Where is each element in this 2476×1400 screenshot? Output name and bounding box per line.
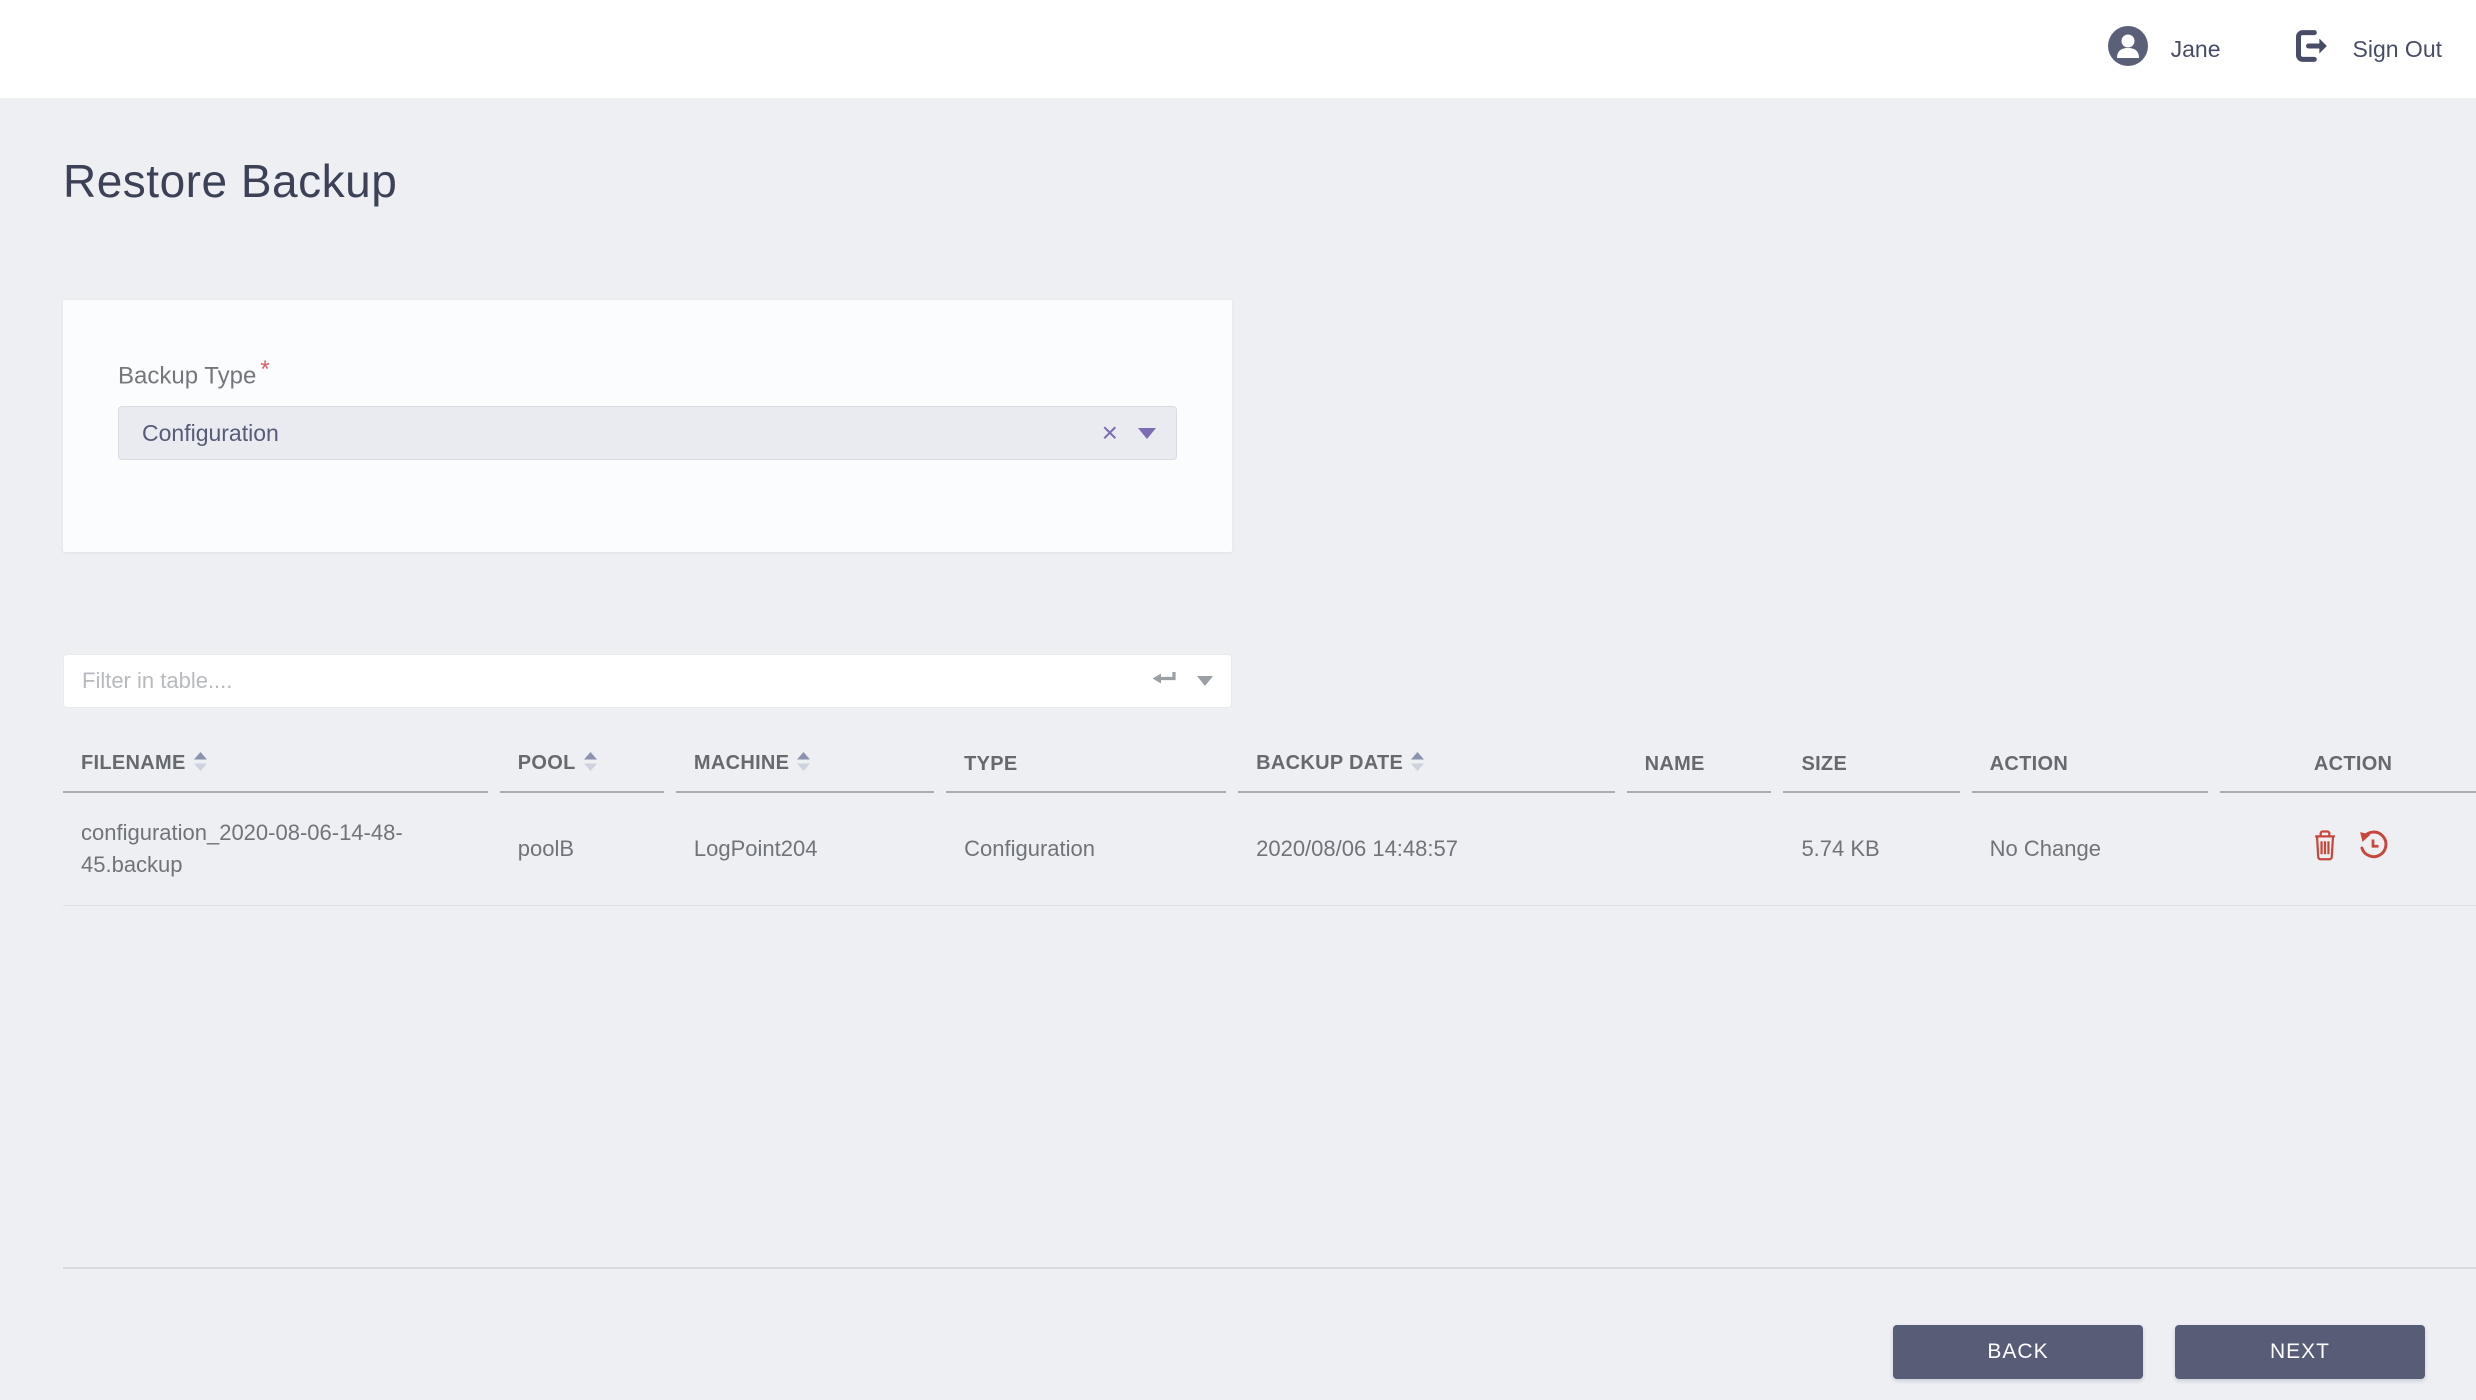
user-name-label: Jane xyxy=(2170,35,2221,62)
user-avatar-icon xyxy=(2107,25,2149,73)
column-header-type: TYPE xyxy=(946,734,1238,794)
cell-size: 5.74 KB xyxy=(1783,793,1972,907)
table-filter-bar xyxy=(63,654,1232,709)
column-header-pool[interactable]: POOL xyxy=(499,734,676,794)
required-marker: * xyxy=(260,356,270,383)
footer-divider xyxy=(63,1267,2476,1270)
next-button[interactable]: NEXT xyxy=(2175,1325,2425,1380)
backup-type-select[interactable]: Configuration × xyxy=(118,406,1177,461)
backup-type-label: Backup Type xyxy=(118,362,257,390)
column-header-name: NAME xyxy=(1626,734,1784,794)
table-header-row: FILENAME POOL MACHINE TYPE BACKUP DATE N… xyxy=(63,734,2476,794)
backups-table: FILENAME POOL MACHINE TYPE BACKUP DATE N… xyxy=(63,734,2476,907)
column-header-filename[interactable]: FILENAME xyxy=(63,734,500,794)
table-row[interactable]: configuration_2020-08-06-14-48-45.backup… xyxy=(63,793,2476,907)
main-content: Restore Backup Backup Type * Configuratio… xyxy=(0,154,2476,1380)
cell-machine: LogPoint204 xyxy=(675,793,947,907)
filter-input[interactable] xyxy=(66,668,1151,695)
column-header-backup-date[interactable]: BACKUP DATE xyxy=(1238,734,1626,794)
backup-type-field: Backup Type * xyxy=(118,356,1177,390)
cell-filename: configuration_2020-08-06-14-48-45.backup xyxy=(63,793,500,907)
filter-icons xyxy=(1151,670,1213,693)
sort-icon[interactable] xyxy=(1411,752,1425,777)
footer-actions: BACK NEXT xyxy=(0,1325,2425,1380)
clear-selection-icon[interactable]: × xyxy=(1102,419,1118,447)
page-title: Restore Backup xyxy=(63,155,398,207)
filter-dropdown-icon[interactable] xyxy=(1197,676,1213,687)
column-header-size: SIZE xyxy=(1783,734,1971,794)
cell-action-icons xyxy=(2220,793,2476,907)
user-menu[interactable]: Jane xyxy=(2107,25,2221,73)
sort-icon[interactable] xyxy=(797,752,811,777)
sign-out-button[interactable]: Sign Out xyxy=(2291,26,2443,72)
column-header-machine[interactable]: MACHINE xyxy=(675,734,946,794)
top-bar: Jane Sign Out xyxy=(0,0,2476,98)
cell-action: No Change xyxy=(1971,793,2221,907)
cell-name xyxy=(1626,793,1784,907)
sort-icon[interactable] xyxy=(583,752,597,777)
column-header-action-icons: ACTION xyxy=(2220,734,2476,794)
restore-icon[interactable] xyxy=(2357,829,2389,870)
column-header-action: ACTION xyxy=(1971,734,2221,794)
sign-out-label: Sign Out xyxy=(2352,35,2443,62)
cell-type: Configuration xyxy=(946,793,1239,907)
backup-type-card: Backup Type * Configuration × xyxy=(63,300,1232,553)
enter-key-icon[interactable] xyxy=(1151,670,1177,693)
sign-out-icon xyxy=(2291,26,2331,72)
delete-icon[interactable] xyxy=(2311,829,2339,870)
back-button[interactable]: BACK xyxy=(1893,1325,2143,1380)
chevron-down-icon[interactable] xyxy=(1138,427,1156,439)
cell-pool: poolB xyxy=(499,793,676,907)
cell-backup-date: 2020/08/06 14:48:57 xyxy=(1238,793,1627,907)
sort-icon[interactable] xyxy=(193,752,207,777)
backup-type-selected-value: Configuration xyxy=(142,419,279,446)
